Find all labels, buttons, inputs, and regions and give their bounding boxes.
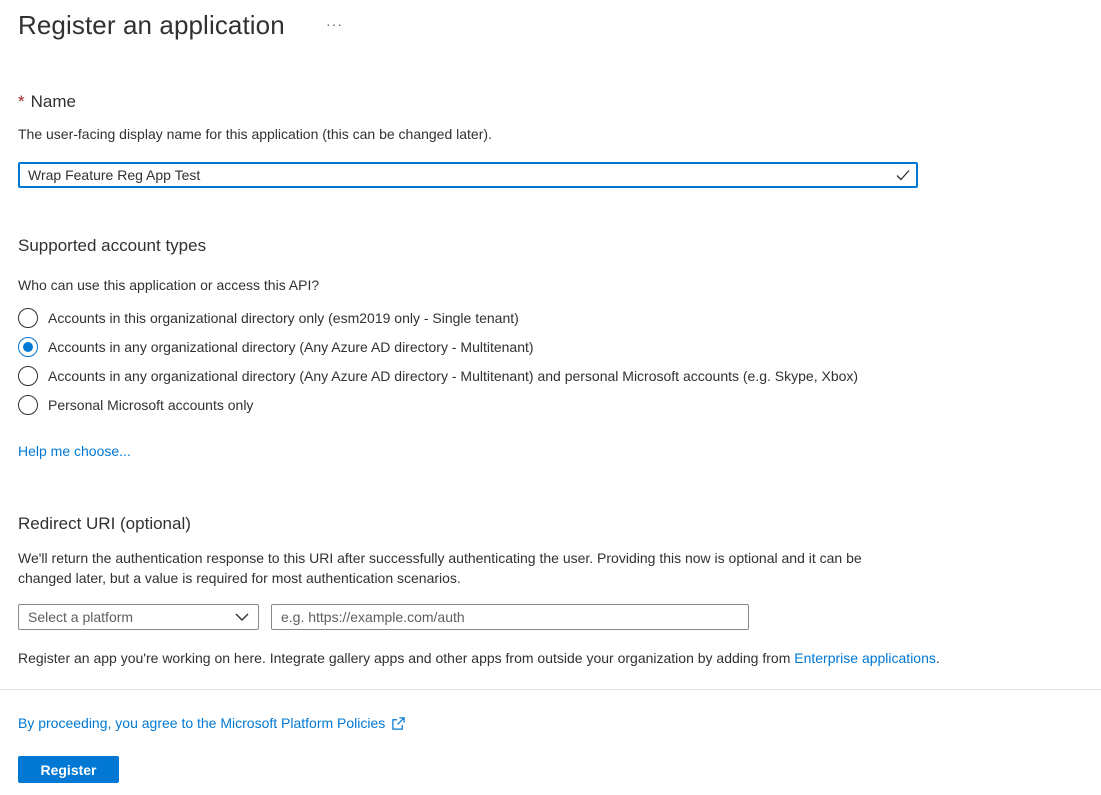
enterprise-note: Register an app you're working on here. … (18, 648, 940, 668)
radio-label: Accounts in this organizational director… (48, 310, 519, 326)
redirect-uri-heading: Redirect URI (optional) (18, 514, 191, 533)
redirect-uri-input[interactable] (271, 604, 749, 630)
platform-policies-link-text: By proceeding, you agree to the Microsof… (18, 715, 386, 731)
name-description: The user-facing display name for this ap… (18, 126, 492, 142)
enterprise-note-suffix: . (935, 650, 940, 666)
radio-button[interactable] (18, 395, 38, 415)
name-heading-label: Name (30, 92, 76, 111)
radio-label: Accounts in any organizational directory… (48, 368, 859, 384)
account-type-option-personal[interactable]: Personal Microsoft accounts only (18, 394, 253, 416)
external-link-icon (392, 716, 406, 730)
chevron-down-icon (235, 613, 249, 621)
account-type-option-multitenant-personal[interactable]: Accounts in any organizational directory… (18, 365, 858, 387)
radio-button[interactable] (18, 308, 38, 328)
account-type-option-multitenant[interactable]: Accounts in any organizational directory… (18, 336, 534, 358)
account-types-heading: Supported account types (18, 236, 207, 255)
enterprise-note-text: Register an app you're working on here. … (18, 650, 795, 666)
check-icon (896, 170, 910, 181)
more-options-icon[interactable]: ··· (326, 16, 343, 32)
name-field-container (18, 162, 918, 188)
radio-button[interactable] (18, 366, 38, 386)
required-indicator: * (18, 92, 25, 111)
account-types-question: Who can use this application or access t… (18, 277, 320, 293)
divider (0, 689, 1101, 690)
name-input[interactable] (20, 164, 916, 186)
page-title: Register an application (18, 10, 285, 40)
platform-placeholder: Select a platform (28, 609, 134, 625)
radio-button-selected[interactable] (18, 337, 38, 357)
platform-select[interactable]: Select a platform (18, 604, 259, 630)
radio-label: Accounts in any organizational directory… (48, 339, 534, 355)
register-button[interactable]: Register (18, 756, 119, 783)
platform-policies-link[interactable]: By proceeding, you agree to the Microsof… (18, 715, 406, 731)
account-type-option-single-tenant[interactable]: Accounts in this organizational director… (18, 307, 519, 329)
name-heading: * Name (18, 92, 76, 112)
redirect-uri-description-line1: We'll return the authentication response… (18, 550, 862, 566)
radio-label: Personal Microsoft accounts only (48, 397, 254, 413)
help-me-choose-link[interactable]: Help me choose... (18, 443, 131, 459)
redirect-uri-description-line2: changed later, but a value is required f… (18, 570, 461, 586)
redirect-uri-description: We'll return the authentication response… (18, 548, 862, 588)
enterprise-applications-link[interactable]: Enterprise applications (794, 650, 936, 666)
